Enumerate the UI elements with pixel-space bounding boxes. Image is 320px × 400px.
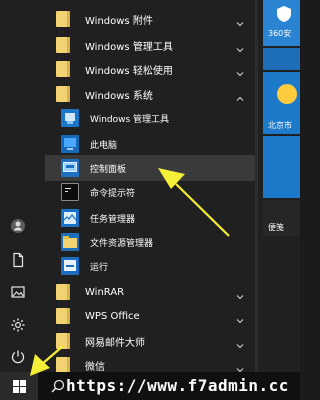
app-label: 控制面板 [90, 164, 127, 175]
this-pc-icon [60, 134, 80, 154]
app-task-manager[interactable]: 任务管理器 [45, 205, 255, 231]
tile-blank[interactable] [263, 48, 300, 70]
tile-label: 北京市 [268, 121, 292, 130]
folder-icon [53, 282, 73, 302]
folder-icon [53, 355, 73, 372]
user-icon[interactable] [9, 217, 27, 235]
chevron-down-icon [235, 14, 245, 27]
app-windows-admin-tools[interactable]: Windows 管理工具 [45, 105, 255, 131]
chevron-down-icon [235, 287, 245, 300]
folder-icon [53, 306, 73, 326]
taskbar: https://www.f7admin.cc [0, 372, 300, 400]
chevron-down-icon [235, 64, 245, 77]
app-label: WinRAR [85, 286, 125, 298]
folder-icon [53, 331, 73, 351]
settings-icon[interactable] [9, 316, 27, 334]
document-icon[interactable] [9, 251, 27, 269]
folder-icon [53, 59, 73, 79]
folder-windows-system[interactable]: Windows 系统 [45, 81, 255, 107]
start-button[interactable] [0, 372, 38, 400]
watermark-text: https://www.f7admin.cc [66, 376, 289, 395]
app-label: Windows 系统 [85, 90, 153, 102]
tile-blue[interactable] [263, 136, 300, 198]
chevron-down-icon [235, 360, 245, 372]
pictures-icon[interactable] [9, 283, 27, 301]
shield-icon [277, 6, 291, 22]
folder-icon [53, 9, 73, 29]
admin-tools-icon [60, 108, 80, 128]
folder-wechat[interactable]: 微信 [45, 352, 255, 372]
chevron-down-icon [235, 40, 245, 53]
chevron-up-icon [235, 89, 245, 101]
app-command-prompt[interactable]: 命令提示符 [45, 179, 255, 205]
app-file-explorer[interactable]: 文件资源管理器 [45, 229, 255, 255]
folder-windows-accessories[interactable]: Windows 附件 [45, 6, 255, 32]
app-label: Windows 轻松使用 [85, 65, 173, 77]
app-this-pc[interactable]: 此电脑 [45, 131, 255, 157]
app-label: 此电脑 [90, 140, 118, 151]
control-panel-icon [60, 158, 80, 178]
chevron-down-icon [235, 336, 245, 349]
task-manager-icon [60, 208, 80, 228]
folder-icon [53, 84, 73, 104]
chevron-down-icon [235, 311, 245, 324]
start-menu: Windows 附件 Windows 管理工具 Windows 轻松使用 Win… [0, 0, 300, 372]
folder-icon [53, 35, 73, 55]
app-label: WPS Office [85, 310, 140, 322]
tile-360[interactable]: 360安 [263, 0, 300, 46]
command-prompt-icon [60, 182, 80, 202]
tiles-area: 360安 北京市 便笺 [260, 0, 300, 372]
app-label: 文件资源管理器 [90, 238, 154, 249]
left-rail [0, 0, 37, 372]
app-label: 命令提示符 [90, 188, 136, 199]
app-label: 微信 [85, 361, 105, 373]
app-label: 运行 [90, 262, 109, 273]
search-icon[interactable] [50, 378, 66, 394]
app-label: Windows 附件 [85, 15, 153, 27]
sun-icon [277, 84, 297, 104]
app-control-panel[interactable]: 控制面板 [45, 155, 255, 181]
tile-weather[interactable]: 北京市 [263, 72, 300, 134]
windows-logo-icon [12, 379, 26, 393]
folder-wps-office[interactable]: WPS Office [45, 303, 255, 329]
folder-winrar[interactable]: WinRAR [45, 279, 255, 305]
app-label: 任务管理器 [90, 214, 136, 225]
app-list: Windows 附件 Windows 管理工具 Windows 轻松使用 Win… [45, 0, 255, 372]
tile-sticky-notes[interactable]: 便笺 [263, 200, 300, 236]
file-explorer-icon [60, 232, 80, 252]
folder-netease-mail[interactable]: 网易邮件大师 [45, 328, 255, 354]
power-icon[interactable] [9, 348, 27, 366]
app-label: 网易邮件大师 [85, 337, 145, 349]
app-list-scrollbar[interactable] [255, 0, 258, 372]
folder-windows-admin-tools[interactable]: Windows 管理工具 [45, 32, 255, 58]
app-label: Windows 管理工具 [85, 41, 173, 53]
app-label: Windows 管理工具 [90, 114, 170, 125]
app-run[interactable]: 运行 [45, 253, 255, 279]
run-icon [60, 256, 80, 276]
folder-windows-ease-of-access[interactable]: Windows 轻松使用 [45, 56, 255, 82]
tile-label: 便笺 [268, 223, 284, 232]
tile-label: 360安 [268, 29, 292, 38]
